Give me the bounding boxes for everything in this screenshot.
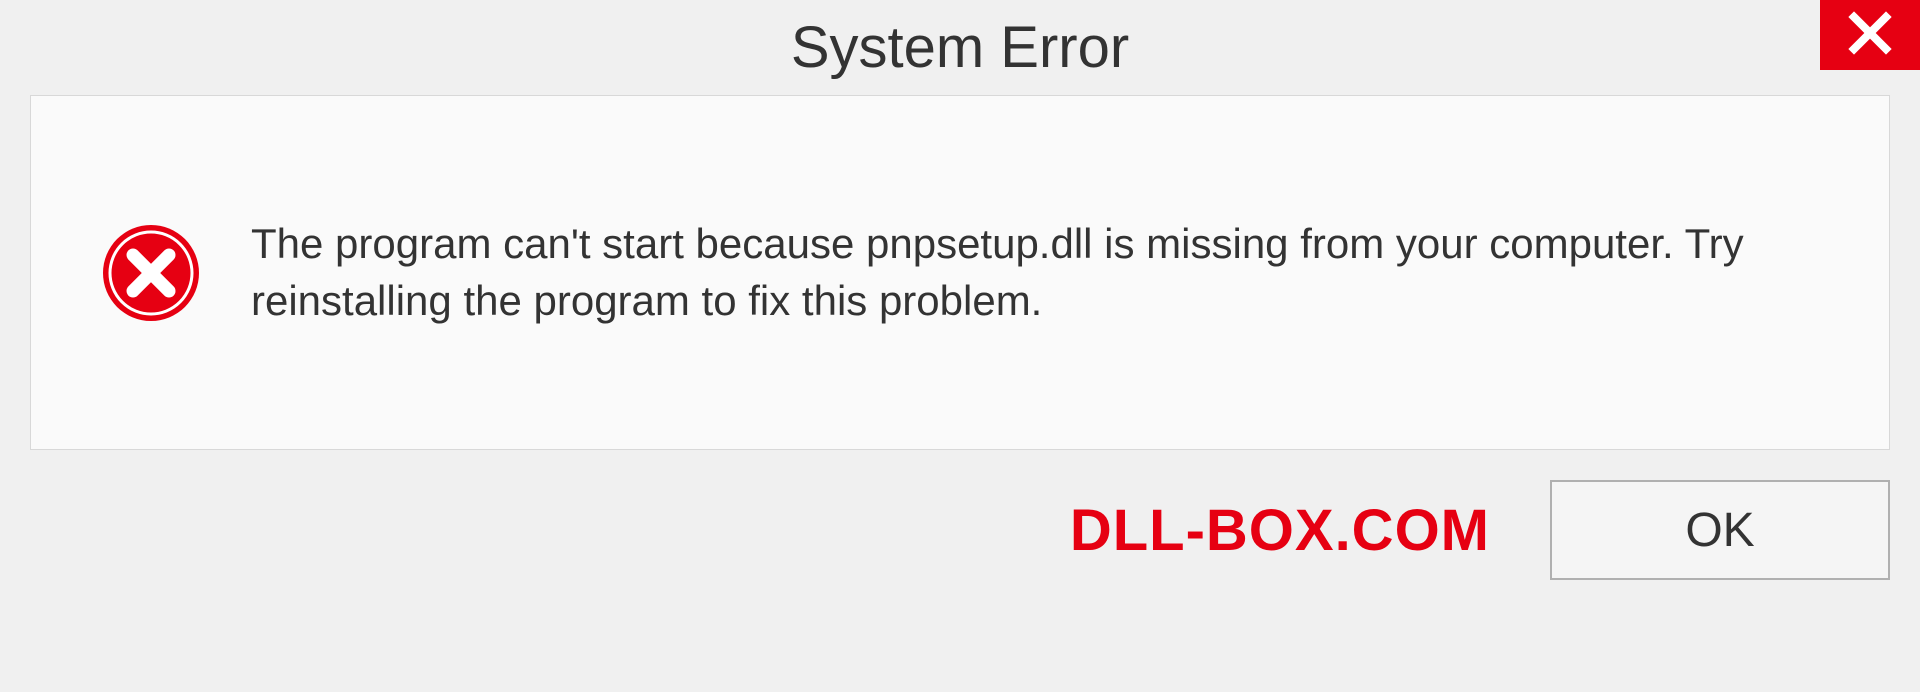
error-icon — [101, 223, 201, 323]
footer: DLL-BOX.COM OK — [30, 480, 1890, 580]
ok-button[interactable]: OK — [1550, 480, 1890, 580]
titlebar: System Error — [0, 0, 1920, 95]
close-icon — [1848, 11, 1892, 60]
dialog-title: System Error — [791, 14, 1129, 81]
message-panel: The program can't start because pnpsetup… — [30, 95, 1890, 450]
watermark-text: DLL-BOX.COM — [1070, 497, 1490, 564]
close-button[interactable] — [1820, 0, 1920, 70]
error-message: The program can't start because pnpsetup… — [251, 216, 1819, 329]
